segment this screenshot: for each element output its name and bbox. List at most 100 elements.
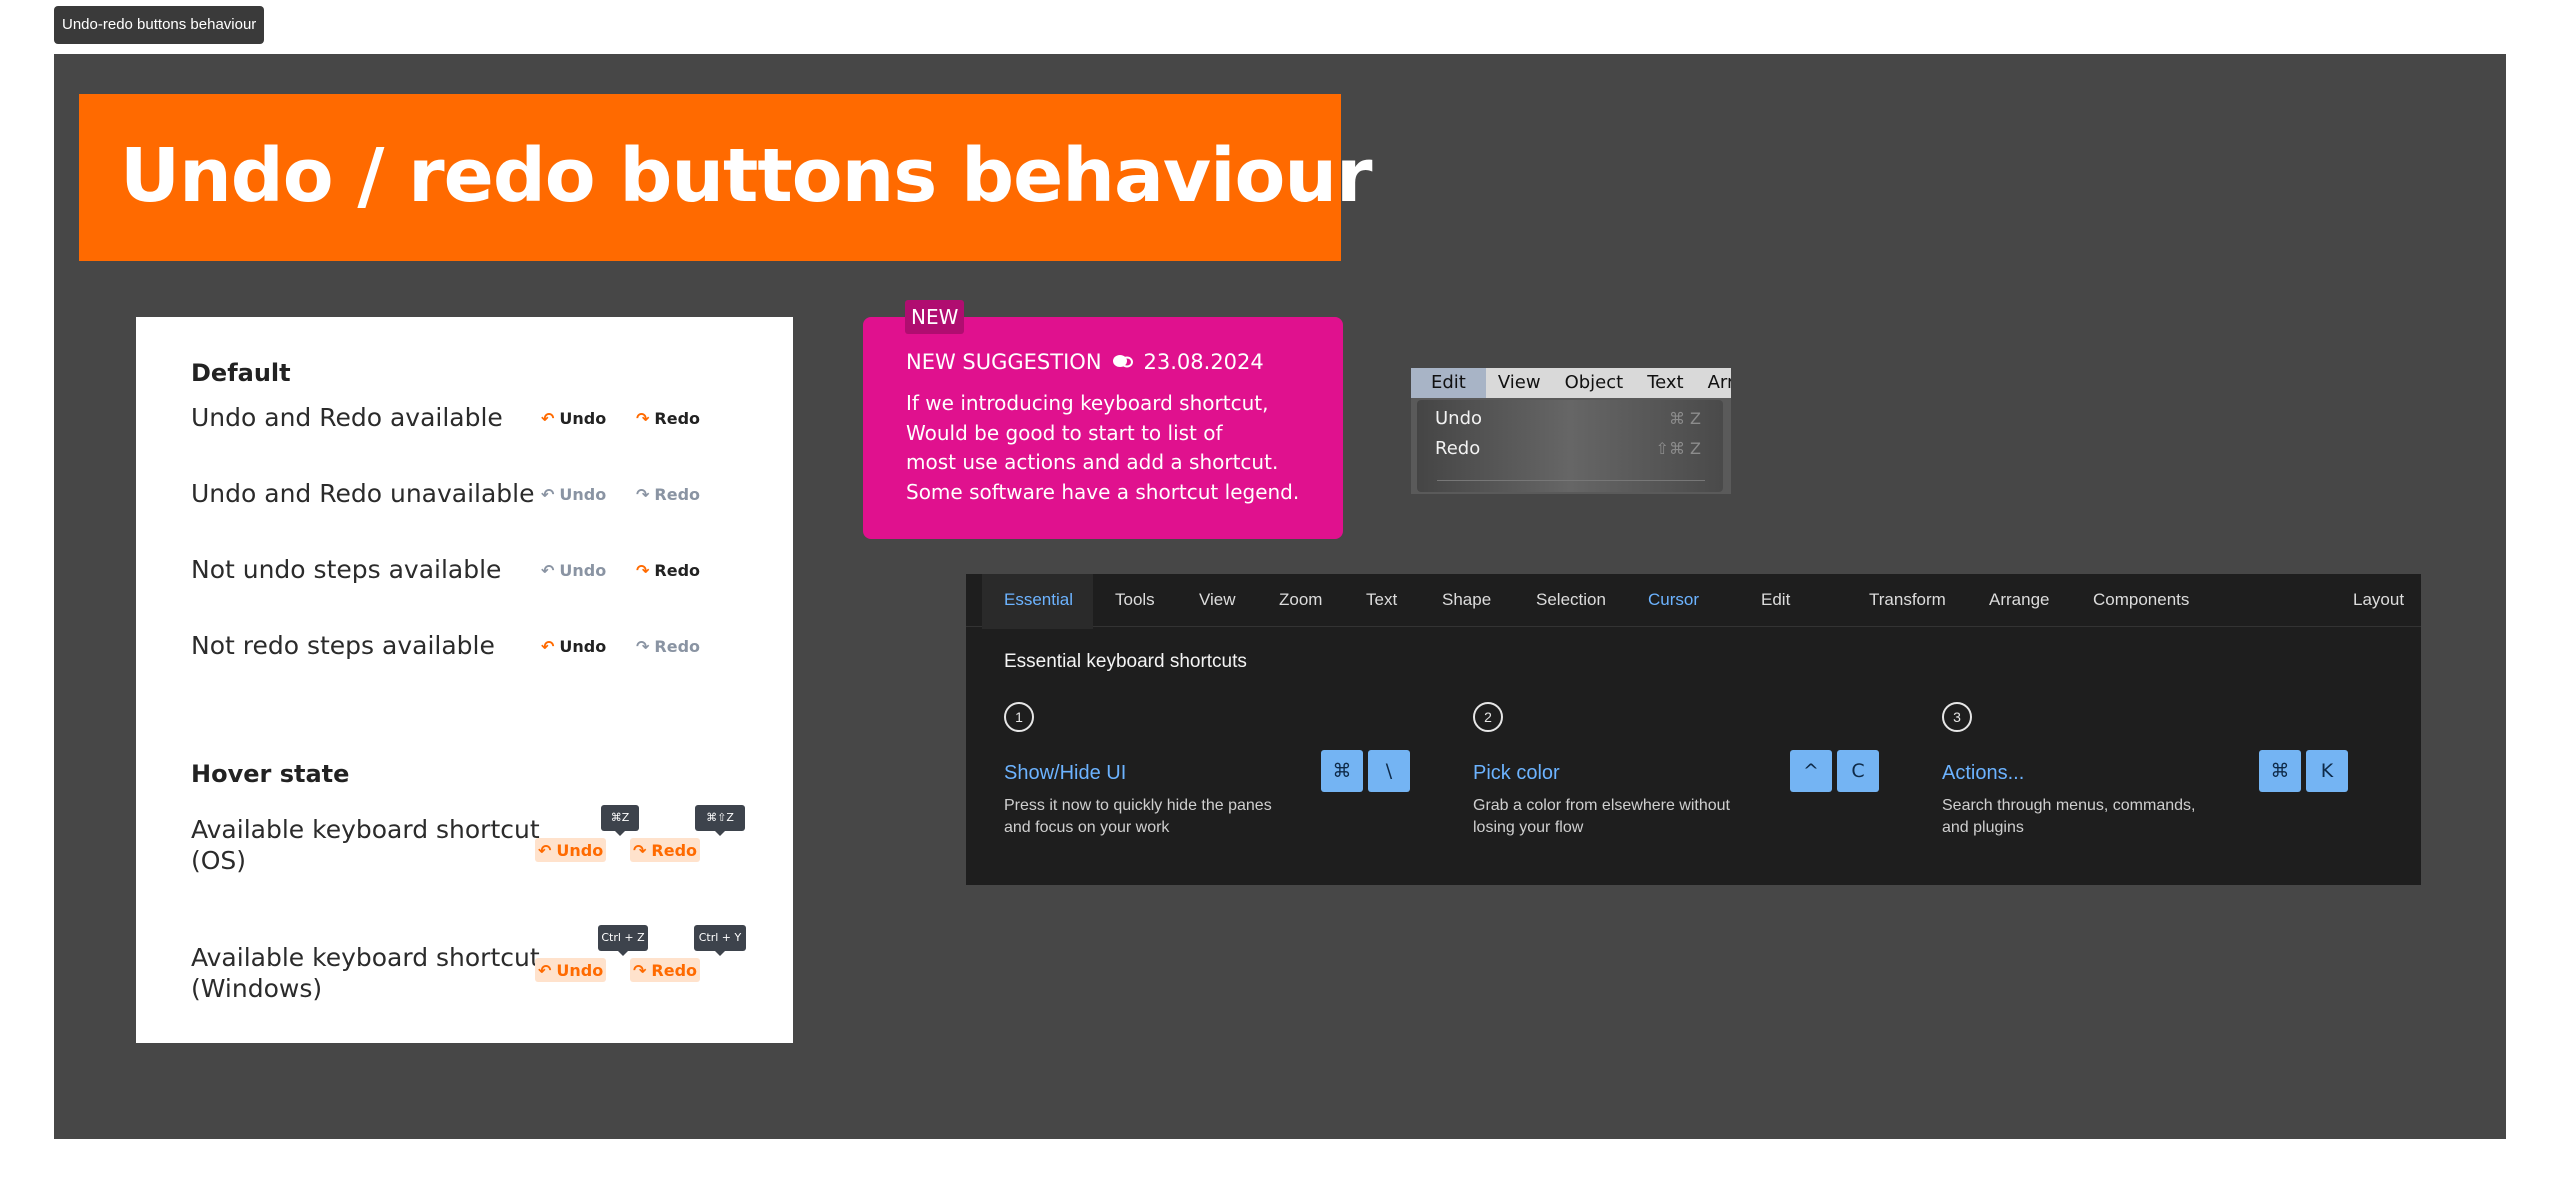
undo-button-hover[interactable]: ↶ Undo (535, 838, 607, 862)
redo-label: Redo (654, 484, 701, 504)
step-number: 2 (1473, 702, 1503, 732)
command-key-icon: ⌘ (2259, 750, 2301, 792)
control-key-icon: ^ (1790, 750, 1832, 792)
key-cap: K (2306, 750, 2348, 792)
step-number: 1 (1004, 702, 1034, 732)
redo-button[interactable]: ↷ Redo (633, 406, 703, 430)
chat-bubbles-icon (1112, 355, 1133, 368)
edit-menu-screenshot: Edit View Object Text Arr Undo ⌘ Z Redo … (1411, 368, 1731, 494)
shortcut-tooltip: Ctrl + Y (694, 925, 746, 956)
menu-item-redo[interactable]: Redo (1435, 436, 1480, 462)
redo-arrow-icon: ↷ (636, 636, 650, 656)
desc-line: Search through menus, commands, (1942, 797, 2196, 814)
redo-button-hover[interactable]: ↷ Redo (630, 958, 701, 982)
menu-text[interactable]: Text (1635, 368, 1695, 398)
step-number: 3 (1942, 702, 1972, 732)
key-cap: \ (1368, 750, 1410, 792)
redo-button[interactable]: ↷ Redo (633, 558, 703, 582)
tab-shape[interactable]: Shape (1442, 574, 1491, 626)
redo-button-hover[interactable]: ↷ Redo (630, 838, 701, 862)
undo-arrow-icon: ↶ (538, 960, 552, 980)
undo-arrow-icon: ↶ (541, 560, 555, 580)
desc-line: Press it now to quickly hide the panes (1004, 797, 1272, 814)
tab-tools[interactable]: Tools (1115, 574, 1155, 626)
tab-arrange[interactable]: Arrange (1989, 574, 2049, 626)
panel-title: Essential keyboard shortcuts (1004, 651, 1247, 672)
hover-heading: Hover state (191, 760, 350, 788)
state-label: Available keyboard shortcut (191, 815, 540, 844)
shortcut-tabs: Essential Tools View Zoom Text Shape Sel… (966, 574, 2421, 629)
suggestion-line: Some software have a shortcut legend. (906, 479, 1300, 504)
redo-arrow-icon: ↷ (636, 484, 650, 504)
undo-label: Undo (559, 484, 607, 504)
state-label: Undo and Redo available (191, 403, 503, 432)
undo-button-disabled[interactable]: ↶ Undo (538, 482, 609, 506)
redo-label: Redo (654, 560, 701, 580)
suggestion-line: most use actions and add a shortcut. (906, 450, 1279, 474)
state-label: Available keyboard shortcut (191, 943, 540, 972)
menu-view[interactable]: View (1486, 368, 1553, 398)
redo-label: Redo (651, 840, 698, 860)
tab-layout[interactable]: Layout (2353, 574, 2404, 626)
new-tag: NEW (905, 300, 965, 334)
redo-label: Redo (651, 960, 698, 980)
tab-selection[interactable]: Selection (1536, 574, 1606, 626)
suggestion-line: Would be good to start to list of (906, 420, 1223, 445)
desc-line: Grab a color from elsewhere without (1473, 797, 1730, 814)
keyboard-shortcuts-panel: Essential Tools View Zoom Text Shape Sel… (966, 574, 2421, 885)
state-label: Undo and Redo unavailable (191, 479, 535, 508)
canvas-board: Undo / redo buttons behaviour Default Un… (54, 54, 2506, 1139)
tab-components[interactable]: Components (2093, 574, 2189, 626)
shortcut-title[interactable]: Actions... (1942, 762, 2024, 785)
tab-edit[interactable]: Edit (1761, 574, 1790, 626)
undo-label: Undo (559, 408, 607, 428)
undo-button-hover[interactable]: ↶ Undo (535, 958, 607, 982)
undo-button[interactable]: ↶ Undo (538, 634, 609, 658)
suggestion-header: NEW SUGGESTION 23.08.2024 (906, 348, 1264, 376)
undo-button[interactable]: ↶ Undo (538, 406, 609, 430)
tab-transform[interactable]: Transform (1869, 574, 1946, 626)
shortcut-description: Grab a color from elsewhere without losi… (1473, 795, 1730, 839)
redo-button-disabled[interactable]: ↷ Redo (633, 634, 703, 658)
shortcut-title[interactable]: Pick color (1473, 762, 1560, 785)
tab-essential[interactable]: Essential (1004, 574, 1073, 626)
menu-bar: Edit View Object Text Arr (1411, 368, 1731, 398)
suggestion-date: 23.08.2024 (1143, 350, 1264, 374)
desc-line: and focus on your work (1004, 819, 1170, 836)
tab-text[interactable]: Text (1366, 574, 1397, 626)
tab-cursor[interactable]: Cursor (1648, 574, 1699, 626)
redo-arrow-icon: ↷ (633, 840, 647, 860)
undo-label: Undo (556, 960, 604, 980)
edit-dropdown: Undo ⌘ Z Redo ⇧⌘ Z (1417, 400, 1723, 492)
menu-divider (1437, 480, 1705, 481)
banner-title: Undo / redo buttons behaviour (120, 133, 1373, 219)
redo-arrow-icon: ↷ (633, 960, 647, 980)
suggestion-note[interactable]: NEW NEW SUGGESTION 23.08.2024 If we intr… (863, 300, 1343, 539)
shortcut-tooltip: ⌘⇧Z (695, 805, 745, 836)
state-label: Not redo steps available (191, 631, 495, 660)
suggestion-line: If we introducing keyboard shortcut, (906, 391, 1269, 415)
redo-button-disabled[interactable]: ↷ Redo (633, 482, 703, 506)
tab-zoom[interactable]: Zoom (1279, 574, 1322, 626)
key-cap: C (1837, 750, 1879, 792)
menu-item-undo[interactable]: Undo (1435, 406, 1482, 432)
shortcut-tooltip: ⌘Z (601, 805, 639, 836)
menu-edit[interactable]: Edit (1411, 368, 1486, 398)
tab-view[interactable]: View (1199, 574, 1236, 626)
shortcut-title[interactable]: Show/Hide UI (1004, 762, 1126, 785)
undo-label: Undo (556, 840, 604, 860)
menu-arrange[interactable]: Arr (1696, 368, 1731, 398)
state-label: Not undo steps available (191, 555, 502, 584)
button-states-card: Default Undo and Redo available ↶ Undo ↷ R… (136, 317, 793, 1043)
redo-arrow-icon: ↷ (636, 560, 650, 580)
undo-button-disabled[interactable]: ↶ Undo (538, 558, 609, 582)
undo-arrow-icon: ↶ (538, 840, 552, 860)
shortcut-description: Search through menus, commands, and plug… (1942, 795, 2195, 839)
suggestion-title: NEW SUGGESTION (906, 350, 1102, 374)
frame-label[interactable]: Undo-redo buttons behaviour (54, 6, 265, 44)
menu-shortcut: ⌘ Z (1668, 409, 1701, 428)
shortcut-tooltip: Ctrl + Z (598, 925, 648, 956)
menu-object[interactable]: Object (1553, 368, 1636, 398)
shortcut-description: Press it now to quickly hide the panes a… (1004, 795, 1272, 839)
desc-line: and plugins (1942, 819, 2024, 836)
